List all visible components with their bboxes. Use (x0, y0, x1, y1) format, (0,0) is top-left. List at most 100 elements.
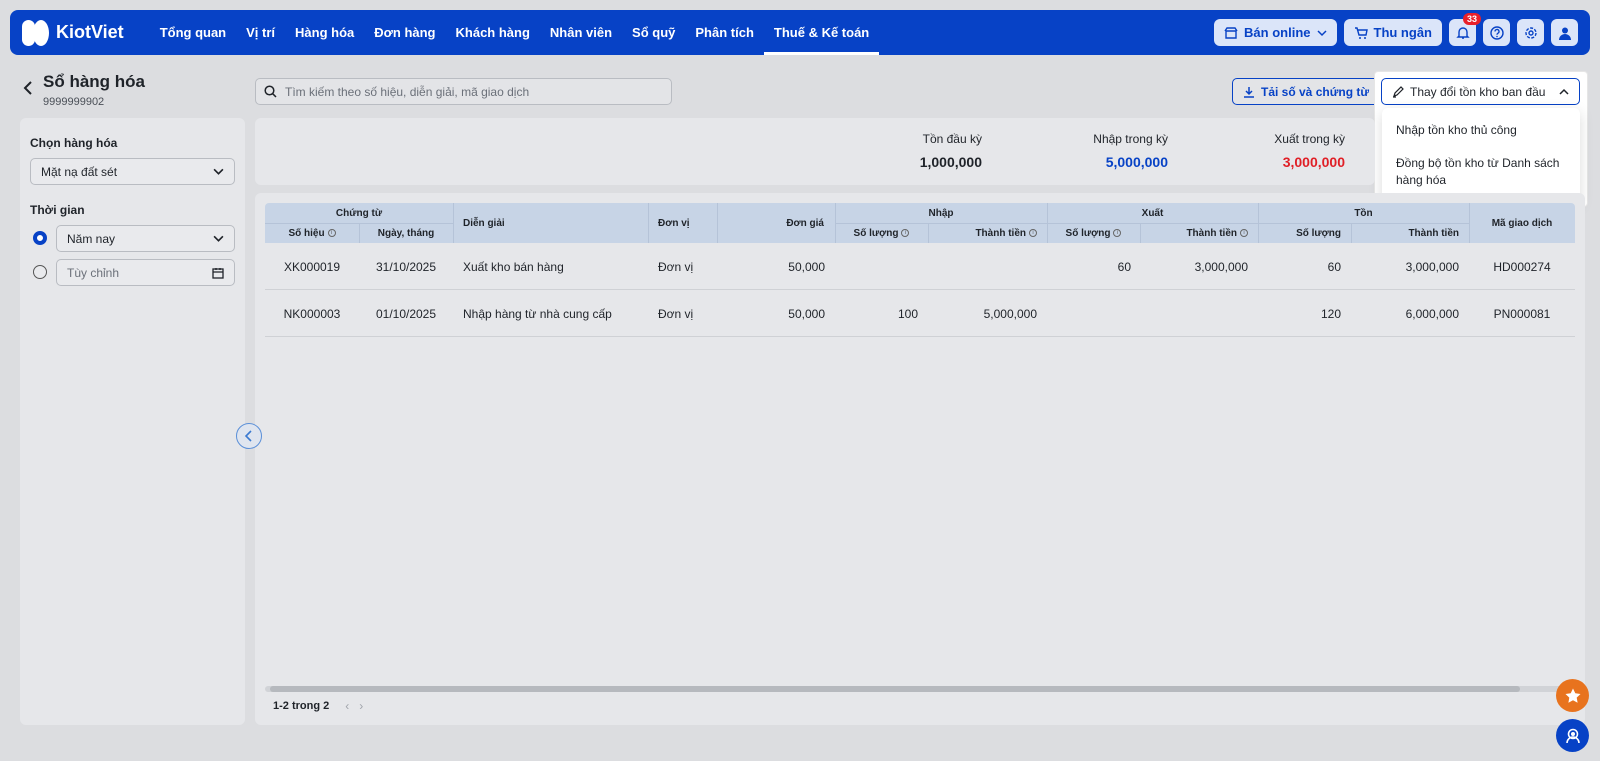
group-header-voucher: Chứng từ (335, 207, 383, 219)
search-input[interactable] (285, 84, 655, 99)
summary-value: 3,000,000 (1282, 154, 1345, 170)
collapse-sidebar-button[interactable] (236, 423, 262, 449)
main-menu: Tổng quan Vị trí Hàng hóa Đơn hàng Khách hàn… (150, 10, 880, 55)
header-unit: Đơn vị (658, 217, 690, 229)
table-body: XK000019 31/10/2025 Xuất kho bán hàng Đơn v… (265, 243, 1575, 337)
favorite-button[interactable] (1556, 679, 1589, 712)
nav-item-2[interactable]: Hàng hóa (285, 10, 364, 55)
nav-item-0[interactable]: Tổng quan (150, 10, 236, 55)
summary-value: 1,000,000 (919, 154, 982, 170)
summary-label: Tồn đầu kỳ (922, 132, 982, 146)
cell-description: Xuất kho bán hàng (463, 259, 564, 274)
support-agent-icon (1565, 728, 1580, 743)
pagination-summary: 1-2 trong 2 (273, 700, 330, 712)
header-stock-amount: Thành tiền (1408, 227, 1459, 239)
group-header-export: Xuất (1141, 207, 1164, 219)
cell-out-amount: 3,000,000 (1194, 259, 1248, 274)
menu-item-sync-stock[interactable]: Đồng bộ tồn kho từ Danh sách hàng hóa (1382, 147, 1580, 197)
cell-date: 01/10/2025 (375, 306, 437, 321)
logo-icon (22, 19, 50, 47)
nav-item-5[interactable]: Nhân viên (540, 10, 622, 55)
nav-item-7[interactable]: Phân tích (685, 10, 764, 55)
cell-stock-qty: 120 (1320, 306, 1341, 321)
cell-txn: PN000081 (1493, 306, 1551, 321)
prev-page-icon[interactable]: ‹ (345, 699, 349, 713)
table-row[interactable]: NK000003 01/10/2025 Nhập hàng từ nhà cung … (265, 290, 1575, 337)
cell-out-amount (1140, 290, 1248, 337)
support-chat-button[interactable] (1556, 719, 1589, 752)
horizontal-scrollbar[interactable] (265, 686, 1575, 692)
cell-in-qty: 100 (897, 306, 918, 321)
cell-unit: Đơn vị (658, 306, 694, 321)
summary-opening: Tồn đầu kỳ 1,000,000 (920, 132, 982, 170)
nav-item-6[interactable]: Sổ quỹ (622, 10, 685, 55)
kiotviet-logo[interactable]: KiotViet (22, 19, 124, 47)
change-opening-stock-button[interactable]: Thay đổi tồn kho ban đầu (1381, 78, 1580, 105)
help-icon (1489, 25, 1504, 40)
scrollbar-thumb[interactable] (270, 686, 1520, 692)
cell-stock-amount: 6,000,000 (1405, 306, 1459, 321)
info-icon: i (901, 229, 910, 237)
summary-label: Nhập trong kỳ (1093, 132, 1168, 146)
gear-icon (1524, 26, 1537, 39)
header-import-amount: Thành tiền i (928, 223, 1047, 243)
summary-export: Xuất trong kỳ 3,000,000 (1274, 132, 1345, 170)
next-page-icon[interactable]: › (359, 699, 363, 713)
header-export-amount: Thành tiền i (1140, 223, 1258, 243)
table-header: Chứng từ Nhập Xuất Tồn Diễn giải Đơn vị … (265, 203, 1575, 243)
star-icon (1565, 688, 1580, 703)
summary-import: Nhập trong kỳ 5,000,000 (1093, 132, 1168, 170)
product-select[interactable]: Mặt nạ đất sét (30, 158, 235, 185)
info-icon: i (1240, 229, 1248, 237)
cell-date: 31/10/2025 (375, 259, 437, 274)
menu-item-manual-stock[interactable]: Nhập tồn kho thủ công (1382, 114, 1580, 147)
header-transaction-code: Mã giao dịch (1491, 217, 1553, 229)
summary-panel: Tồn đầu kỳ 1,000,000 Nhập trong kỳ 5,000… (255, 118, 1375, 185)
download-ledger-button[interactable]: Tải số và chứng từ (1232, 78, 1381, 105)
cell-description: Nhập hàng từ nhà cung cấp (463, 306, 612, 321)
search-icon (264, 85, 277, 98)
group-header-import: Nhập (928, 207, 954, 219)
time-filter-label: Thời gian (30, 203, 85, 217)
chevron-down-icon (213, 235, 224, 242)
sell-online-button[interactable]: Bán online (1214, 19, 1337, 46)
cell-number: NK000003 (283, 306, 341, 321)
header-date: Ngày, tháng (377, 227, 435, 239)
top-navbar: KiotViet Tổng quan Vị trí Hàng hóa Đơn hàng… (10, 10, 1590, 55)
back-arrow-icon[interactable] (20, 80, 36, 96)
sell-online-label: Bán online (1244, 25, 1311, 40)
nav-item-3[interactable]: Đơn hàng (364, 10, 445, 55)
header-import-qty: Số lượng i (835, 223, 928, 243)
cashier-label: Thu ngân (1373, 25, 1433, 40)
custom-date-field[interactable]: Tùy chỉnh (56, 259, 235, 286)
radio-custom-time[interactable] (33, 265, 47, 279)
header-unit-price: Đơn giá (786, 217, 824, 229)
header-description: Diễn giải (463, 217, 505, 229)
stock-options-menu: Nhập tồn kho thủ công Đồng bộ tồn kho từ… (1382, 108, 1580, 203)
avatar-icon (1558, 27, 1571, 40)
header-export-qty: Số lượng i (1047, 223, 1140, 243)
user-avatar-button[interactable] (1551, 19, 1578, 46)
notification-button[interactable]: 33 (1449, 13, 1481, 46)
search-box[interactable] (255, 78, 672, 105)
page-title: Sổ hàng hóa (43, 72, 145, 91)
cell-txn: HD000274 (1493, 259, 1551, 274)
nav-item-8[interactable]: Thuế & Kế toán (763, 10, 880, 55)
help-button[interactable] (1483, 19, 1510, 46)
time-select[interactable]: Năm nay (56, 225, 235, 252)
cashier-button[interactable]: Thu ngân (1343, 19, 1442, 46)
summary-value: 5,000,000 (1105, 154, 1168, 170)
download-label: Tải số và chứng từ (1261, 84, 1370, 99)
radio-preset-time[interactable] (33, 231, 47, 245)
pagination: 1-2 trong 2 ‹ › (273, 699, 363, 713)
filter-sidebar: Chọn hàng hóa Mặt nạ đất sét Thời gian N… (20, 118, 245, 725)
nav-item-4[interactable]: Khách hàng (446, 10, 540, 55)
group-header-stock: Tồn (1354, 207, 1373, 219)
cell-stock-amount: 3,000,000 (1405, 259, 1459, 274)
table-row[interactable]: XK000019 31/10/2025 Xuất kho bán hàng Đơn v… (265, 243, 1575, 290)
chevron-down-icon (1316, 29, 1327, 36)
nav-item-1[interactable]: Vị trí (236, 10, 285, 55)
cell-in-amount: 5,000,000 (983, 306, 1037, 321)
settings-button[interactable] (1517, 19, 1544, 46)
info-icon: i (1029, 229, 1037, 237)
